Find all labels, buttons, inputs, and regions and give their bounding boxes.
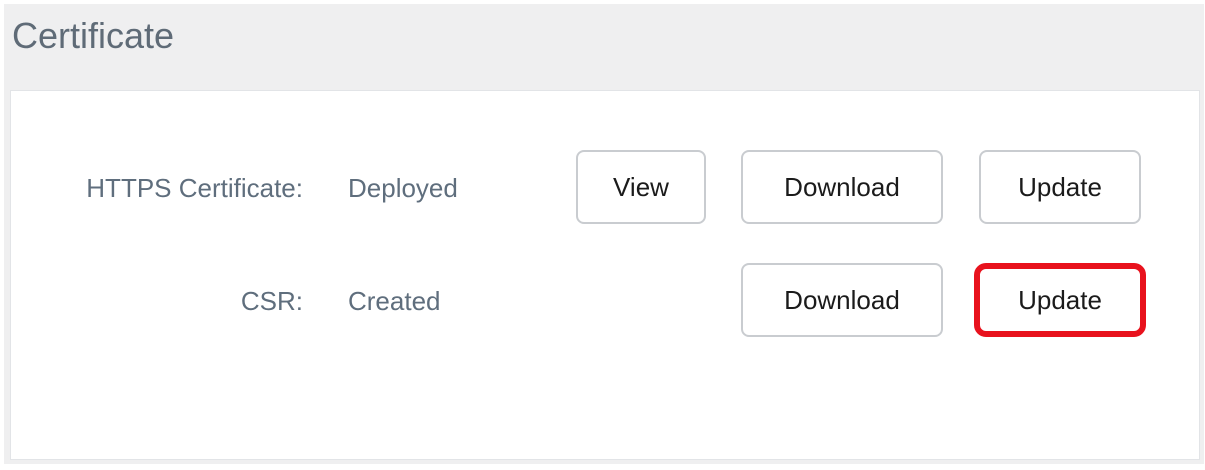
csr-download-button[interactable]: Download (741, 263, 943, 337)
certificate-panel: Certificate HTTPS Certificate: Deployed … (4, 4, 1204, 464)
csr-update-button[interactable]: Update (974, 263, 1146, 337)
section-title: Certificate (12, 15, 175, 56)
https-view-button[interactable]: View (576, 150, 706, 224)
csr-status: Created (348, 286, 441, 316)
https-download-button[interactable]: Download (741, 150, 943, 224)
https-certificate-label: HTTPS Certificate: (86, 173, 303, 203)
panel-body: HTTPS Certificate: Deployed View Downloa… (10, 90, 1200, 460)
https-update-button[interactable]: Update (979, 150, 1141, 224)
csr-label: CSR: (240, 286, 303, 316)
https-certificate-status: Deployed (348, 173, 458, 203)
panel-header: Certificate (4, 4, 1204, 88)
